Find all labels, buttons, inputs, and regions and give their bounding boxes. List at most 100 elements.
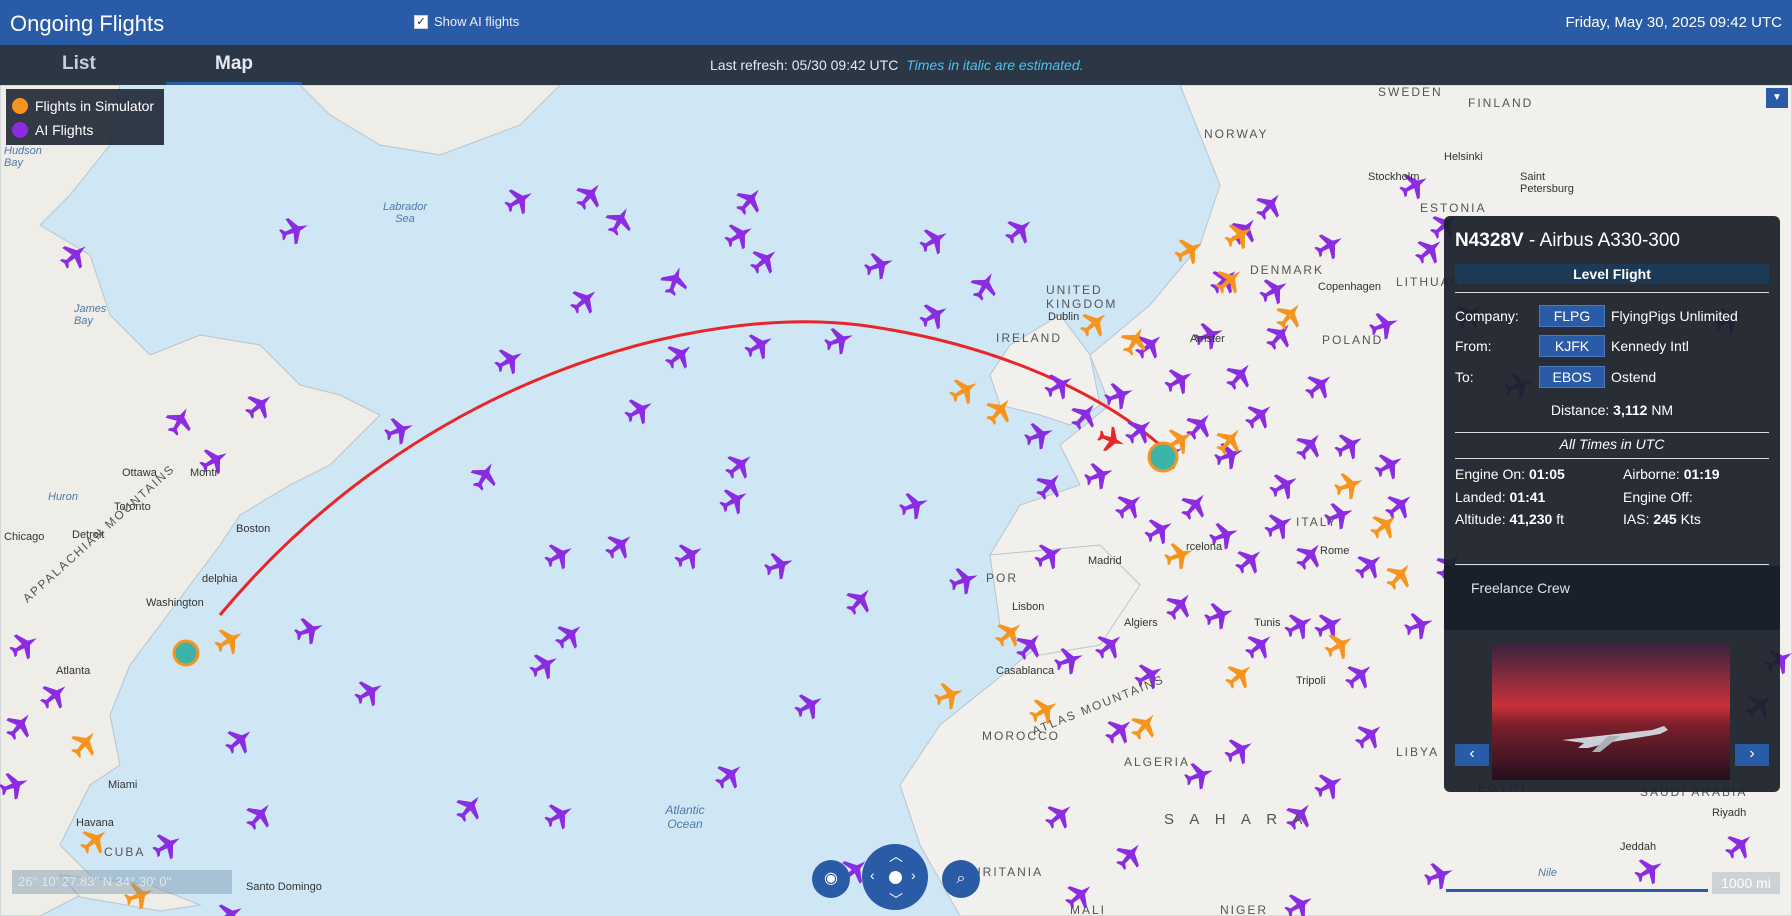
last-refresh-text: Last refresh: 05/30 09:42 UTC bbox=[710, 57, 899, 73]
ias: IAS: 245 Kts bbox=[1623, 511, 1701, 527]
label-miami: Miami bbox=[108, 779, 138, 791]
label-amsterdam: Amster bbox=[1190, 333, 1225, 345]
label-hudson-bay: Hudson Bay bbox=[4, 145, 42, 169]
ias-value: 245 bbox=[1653, 511, 1677, 527]
label-atlanta: Atlanta bbox=[56, 665, 91, 677]
divider bbox=[1455, 292, 1769, 293]
legend-item-ai: AI Flights bbox=[12, 118, 158, 142]
next-photo-button[interactable]: › bbox=[1735, 744, 1769, 766]
show-ai-label: Show AI flights bbox=[434, 14, 520, 29]
cursor-coordinates: 26° 10' 27.83" N 34° 30' 0" bbox=[12, 870, 232, 894]
label-atlantic-ocean: Atlantic Ocean bbox=[665, 803, 705, 831]
destination-airport-marker bbox=[1147, 441, 1179, 473]
airborne-label: Airborne: bbox=[1623, 466, 1680, 482]
eye-icon[interactable]: ◉ bbox=[812, 860, 850, 898]
label-estonia: ESTONIA bbox=[1420, 201, 1487, 215]
altitude: Altitude: 41,230 ft bbox=[1455, 511, 1564, 527]
label-tripoli: Tripoli bbox=[1296, 675, 1326, 687]
flight-details-panel: N4328V - Airbus A330-300 Level Flight Co… bbox=[1444, 216, 1780, 792]
label-mali: MALI bbox=[1070, 903, 1107, 916]
label-portugal: POR bbox=[986, 571, 1019, 585]
label-uk: UNITED KINGDOM bbox=[1046, 283, 1118, 311]
engine-on-label: Engine On: bbox=[1455, 466, 1526, 482]
pan-left-icon[interactable]: ‹ bbox=[870, 867, 875, 883]
label-labrador-sea: Labrador Sea bbox=[382, 201, 428, 225]
label-denmark: DENMARK bbox=[1250, 263, 1325, 277]
label-santo-domingo: Santo Domingo bbox=[246, 881, 322, 893]
altitude-unit: ft bbox=[1556, 511, 1564, 527]
airborne: Airborne: 01:19 bbox=[1623, 466, 1720, 482]
label-montreal: Montr bbox=[190, 467, 219, 479]
engine-off-label: Engine Off: bbox=[1623, 489, 1693, 505]
ias-label: IAS: bbox=[1623, 511, 1650, 527]
chevron-down-icon[interactable]: ▼ bbox=[1766, 88, 1788, 108]
label-barcelona: rcelona bbox=[1186, 541, 1223, 553]
label-norway: NORWAY bbox=[1204, 127, 1269, 141]
app-title: Ongoing Flights bbox=[10, 11, 165, 36]
label-james-bay: James Bay bbox=[74, 303, 107, 327]
header-bar: Ongoing Flights ✓ Show AI flights Friday… bbox=[0, 0, 1792, 45]
label-rome: Rome bbox=[1320, 545, 1350, 557]
company-name: FlyingPigs Unlimited bbox=[1611, 308, 1738, 324]
label-finland: FINLAND bbox=[1468, 96, 1534, 110]
to-name: Ostend bbox=[1611, 369, 1657, 385]
label-algiers: Algiers bbox=[1124, 617, 1158, 629]
pan-down-icon[interactable]: ﹀ bbox=[889, 890, 903, 910]
tab-map[interactable]: Map bbox=[166, 53, 302, 85]
show-ai-checkbox[interactable]: ✓ bbox=[414, 14, 428, 29]
origin-airport-marker bbox=[172, 639, 200, 667]
engine-on-value: 01:05 bbox=[1528, 466, 1565, 482]
label-niger: NIGER bbox=[1220, 903, 1269, 916]
pan-center-icon[interactable] bbox=[889, 871, 902, 884]
ias-unit: Kts bbox=[1680, 511, 1701, 527]
distance-unit: NM bbox=[1651, 402, 1674, 418]
flight-aircraft: Airbus A330-300 bbox=[1539, 230, 1681, 251]
airborne-value: 01:19 bbox=[1683, 466, 1720, 482]
current-datetime: Friday, May 30, 2025 09:42 UTC bbox=[1565, 14, 1783, 31]
distance-value: 3,112 bbox=[1613, 402, 1648, 418]
tab-list[interactable]: List bbox=[58, 53, 162, 85]
company-row: Company: FLPG FlyingPigs Unlimited bbox=[1455, 305, 1738, 327]
company-label: Company: bbox=[1455, 308, 1519, 324]
aircraft-photo bbox=[1492, 644, 1730, 780]
label-st-petersburg: Saint Petersburg bbox=[1520, 171, 1574, 195]
refresh-status: Last refresh: 05/30 09:42 UTC Times in i… bbox=[710, 57, 1084, 73]
pan-right-icon[interactable]: › bbox=[911, 867, 916, 883]
label-jeddah: Jeddah bbox=[1620, 841, 1657, 853]
label-washington: Washington bbox=[146, 597, 204, 609]
label-italy: ITALY bbox=[1296, 515, 1338, 529]
from-code-badge[interactable]: KJFK bbox=[1539, 335, 1605, 357]
from-name: Kennedy Intl bbox=[1611, 338, 1689, 354]
landed-value: 01:41 bbox=[1509, 489, 1546, 505]
label-poland: POLAND bbox=[1322, 333, 1384, 347]
estimated-note: Times in italic are estimated. bbox=[906, 57, 1084, 73]
flight-registration: N4328V bbox=[1455, 230, 1524, 251]
altitude-value: 41,230 bbox=[1509, 511, 1553, 527]
title-separator: - bbox=[1528, 230, 1540, 251]
pan-up-icon[interactable]: ︿ bbox=[889, 846, 903, 866]
search-icon[interactable]: ⌕ bbox=[942, 860, 980, 898]
label-sahara: S A H A R A bbox=[1164, 811, 1309, 828]
label-casablanca: Casablanca bbox=[996, 665, 1055, 677]
label-lisbon: Lisbon bbox=[1012, 601, 1045, 613]
show-ai-flights-toggle[interactable]: ✓ Show AI flights bbox=[414, 14, 519, 29]
map-scale-label: 1000 mi bbox=[1712, 872, 1780, 894]
times-note: All Times in UTC bbox=[1559, 436, 1665, 452]
legend-ai-label: AI Flights bbox=[35, 122, 94, 138]
label-nile: Nile bbox=[1538, 867, 1557, 879]
label-libya: LIBYA bbox=[1396, 745, 1440, 759]
pan-control[interactable]: ︿ ‹ › ﹀ bbox=[862, 844, 928, 910]
to-row: To: EBOS Ostend bbox=[1455, 366, 1656, 388]
company-code-badge[interactable]: FLPG bbox=[1539, 305, 1605, 327]
label-cuba: CUBA bbox=[104, 845, 146, 859]
map-scale-bar bbox=[1446, 889, 1708, 892]
sim-color-dot bbox=[12, 98, 28, 114]
label-boston: Boston bbox=[236, 523, 271, 535]
label-tunis: Tunis bbox=[1254, 617, 1281, 629]
to-code-badge[interactable]: EBOS bbox=[1539, 366, 1605, 388]
prev-photo-button[interactable]: ‹ bbox=[1455, 744, 1489, 766]
flight-title: N4328V - Airbus A330-300 bbox=[1455, 230, 1680, 252]
altitude-label: Altitude: bbox=[1455, 511, 1506, 527]
map-legend: Flights in Simulator AI Flights bbox=[6, 89, 164, 145]
flight-phase: Level Flight bbox=[1455, 264, 1769, 284]
